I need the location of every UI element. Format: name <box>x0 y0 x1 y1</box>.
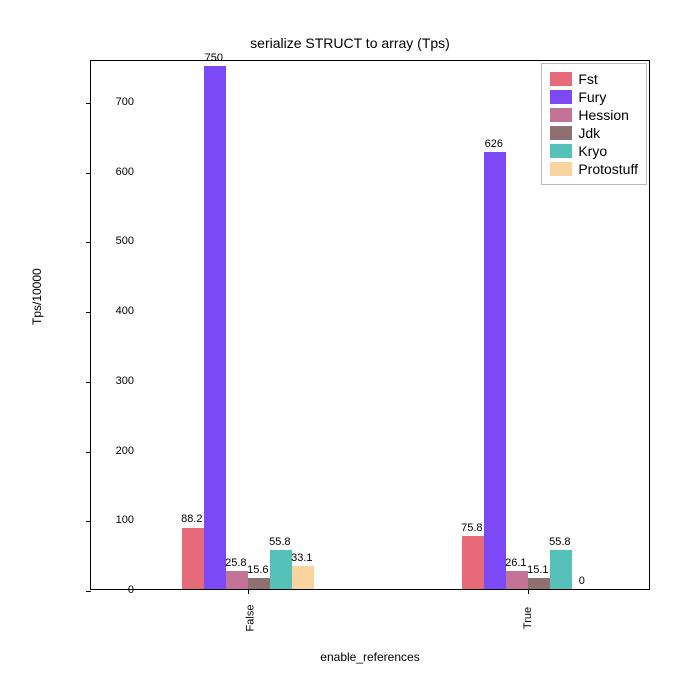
bar-value-label: 15.6 <box>247 564 268 576</box>
bar <box>292 566 314 589</box>
legend-swatch <box>550 126 572 140</box>
legend-swatch <box>550 108 572 122</box>
x-axis-label: enable_references <box>90 650 650 664</box>
bar <box>248 578 270 589</box>
legend-label: Fst <box>578 71 597 87</box>
legend-swatch <box>550 162 572 176</box>
x-tick-label: False <box>244 605 256 632</box>
legend-item: Protostuff <box>550 160 638 178</box>
legend-label: Fury <box>578 89 606 105</box>
legend-item: Fst <box>550 70 638 88</box>
bar <box>182 528 204 590</box>
legend-item: Kryo <box>550 142 638 160</box>
legend-swatch <box>550 144 572 158</box>
bar <box>270 550 292 589</box>
bar <box>484 152 506 589</box>
legend-swatch <box>550 72 572 86</box>
legend-item: Jdk <box>550 124 638 142</box>
chart-title: serialize STRUCT to array (Tps) <box>0 35 700 51</box>
legend-label: Hession <box>578 107 629 123</box>
y-axis-label: Tps/10000 <box>30 268 44 325</box>
bar-value-label: 750 <box>205 52 223 64</box>
bar <box>226 571 248 589</box>
bar-value-label: 626 <box>485 138 503 150</box>
bar <box>528 578 550 589</box>
legend-item: Hession <box>550 106 638 124</box>
plot-area: Fst Fury Hession Jdk Kryo Protostuff <box>90 60 650 590</box>
bar-value-label: 25.8 <box>225 557 246 569</box>
bar-value-label: 55.8 <box>269 536 290 548</box>
bar <box>462 536 484 589</box>
bar <box>550 550 572 589</box>
legend-label: Jdk <box>578 125 600 141</box>
bar-value-label: 33.1 <box>291 552 312 564</box>
chart-container: Fst Fury Hession Jdk Kryo Protostuff <box>90 60 650 590</box>
bar <box>204 66 226 589</box>
legend-item: Fury <box>550 88 638 106</box>
bar <box>506 571 528 589</box>
bar-value-label: 15.1 <box>527 564 548 576</box>
bar-value-label: 26.1 <box>505 557 526 569</box>
legend: Fst Fury Hession Jdk Kryo Protostuff <box>541 63 647 185</box>
x-tick-label: True <box>522 607 534 629</box>
bar-value-label: 0 <box>579 575 585 587</box>
bar-value-label: 75.8 <box>461 522 482 534</box>
legend-swatch <box>550 90 572 104</box>
legend-label: Kryo <box>578 143 607 159</box>
bar-value-label: 55.8 <box>549 536 570 548</box>
bar-value-label: 88.2 <box>181 513 202 525</box>
legend-label: Protostuff <box>578 161 638 177</box>
